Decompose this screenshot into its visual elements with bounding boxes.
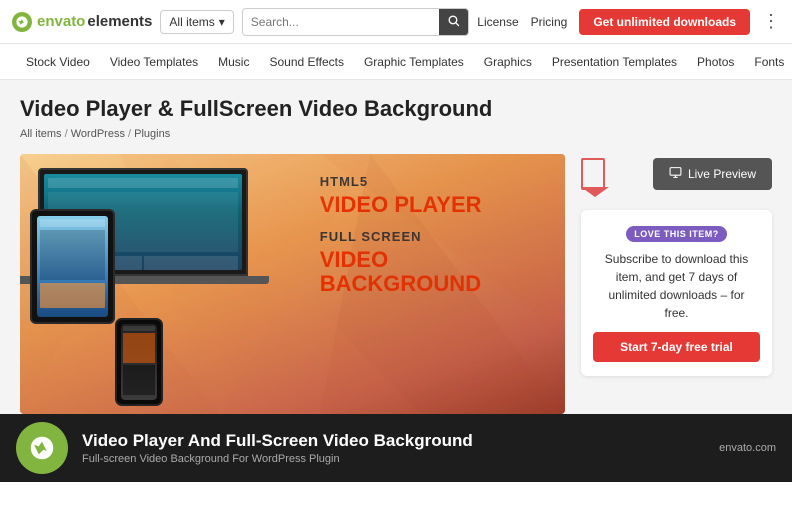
- monitor-icon: [669, 166, 682, 182]
- search-button[interactable]: [439, 9, 468, 35]
- preview-inner: HTML5 VIDEO PLAYER FULL SCREEN VIDEO BAC…: [20, 154, 565, 414]
- search-input[interactable]: [243, 10, 439, 34]
- get-unlimited-btn[interactable]: Get unlimited downloads: [579, 9, 750, 35]
- free-trial-button[interactable]: Start 7-day free trial: [593, 332, 760, 362]
- more-options-btn[interactable]: ⋮: [762, 11, 780, 32]
- bottom-bar: Video Player And Full-Screen Video Backg…: [0, 414, 792, 482]
- nav-photos[interactable]: Photos: [687, 44, 744, 79]
- tablet-device: [30, 209, 115, 324]
- bottom-subtitle: Full-screen Video Background For WordPre…: [82, 453, 705, 465]
- header: envatoelements All items ▾ License Prici…: [0, 0, 792, 44]
- nav-graphics[interactable]: Graphics: [474, 44, 542, 79]
- love-badge: LOVE THIS ITEM?: [626, 226, 727, 242]
- breadcrumb-plugins[interactable]: Plugins: [134, 128, 170, 140]
- envato-logo-icon: [12, 12, 32, 32]
- main-nav: Stock Video Video Templates Music Sound …: [0, 44, 792, 80]
- breadcrumb-all-items[interactable]: All items: [20, 128, 62, 140]
- bottom-source: envato.com: [719, 442, 776, 454]
- license-link[interactable]: License: [477, 15, 518, 29]
- logo-envato-text: envato: [37, 13, 85, 30]
- subscribe-box: LOVE THIS ITEM? Subscribe to download th…: [581, 210, 772, 376]
- logo[interactable]: envatoelements: [12, 12, 152, 32]
- live-preview-button[interactable]: Live Preview: [653, 158, 772, 190]
- nav-sound-effects[interactable]: Sound Effects: [259, 44, 354, 79]
- breadcrumb-wordpress[interactable]: WordPress: [71, 128, 125, 140]
- preview-image: HTML5 VIDEO PLAYER FULL SCREEN VIDEO BAC…: [20, 154, 565, 414]
- chevron-down-icon: ▾: [219, 15, 225, 29]
- nav-stock-video[interactable]: Stock Video: [16, 44, 100, 79]
- breadcrumb: All items / WordPress / Plugins: [20, 128, 772, 140]
- right-panel: Live Preview LOVE THIS ITEM? Subscribe t…: [581, 154, 772, 376]
- subscribe-text: Subscribe to download this item, and get…: [593, 250, 760, 322]
- bottom-info: Video Player And Full-Screen Video Backg…: [82, 431, 705, 465]
- all-items-dropdown[interactable]: All items ▾: [160, 10, 233, 34]
- search-bar: [242, 8, 469, 36]
- nav-video-templates[interactable]: Video Templates: [100, 44, 208, 79]
- nav-graphic-templates[interactable]: Graphic Templates: [354, 44, 474, 79]
- header-right-group: License Pricing Get unlimited downloads …: [477, 9, 780, 35]
- bottom-title: Video Player And Full-Screen Video Backg…: [82, 431, 705, 451]
- bottom-logo-icon: [16, 422, 68, 474]
- nav-presentation-templates[interactable]: Presentation Templates: [542, 44, 687, 79]
- logo-elements-text: elements: [87, 13, 152, 30]
- devices-area: [20, 154, 320, 414]
- main-content: Video Player & FullScreen Video Backgrou…: [0, 80, 792, 414]
- content-area: HTML5 VIDEO PLAYER FULL SCREEN VIDEO BAC…: [20, 154, 772, 414]
- nav-music[interactable]: Music: [208, 44, 259, 79]
- phone-device: [115, 318, 163, 406]
- pricing-link[interactable]: Pricing: [531, 15, 568, 29]
- page-title: Video Player & FullScreen Video Backgrou…: [20, 96, 772, 122]
- search-icon: [447, 14, 460, 30]
- nav-fonts[interactable]: Fonts: [744, 44, 792, 79]
- bookmark-button[interactable]: [581, 158, 605, 190]
